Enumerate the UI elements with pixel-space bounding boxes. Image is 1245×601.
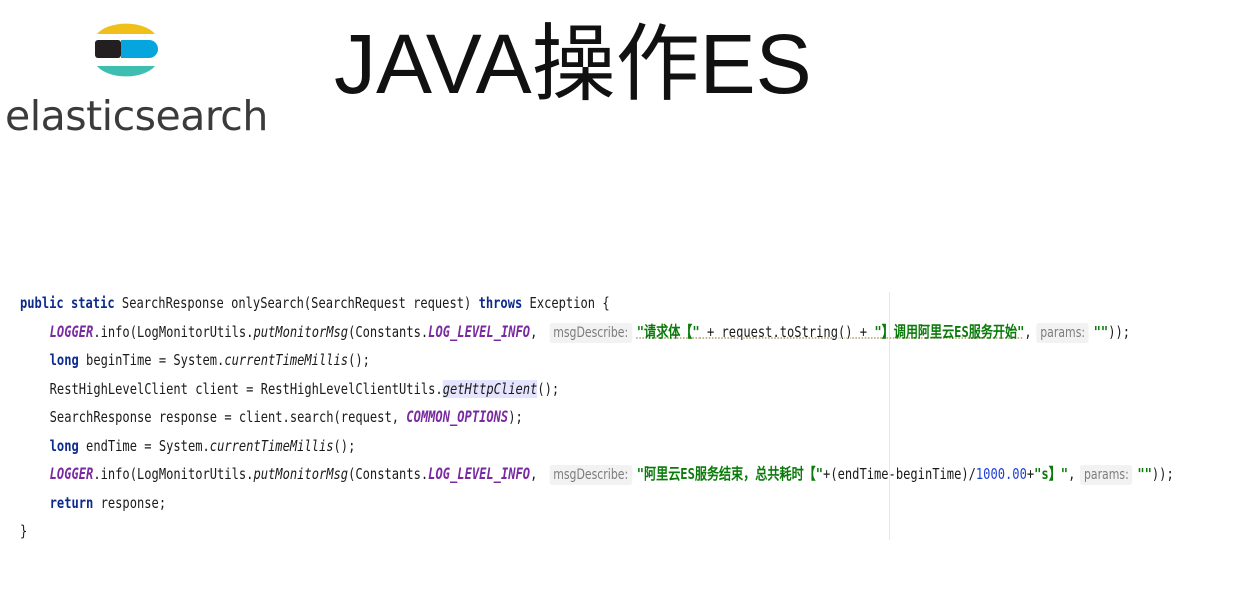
keyword: public static	[20, 294, 115, 312]
parameter-hint: params:	[1080, 465, 1133, 485]
code-line-3: long beginTime = System.currentTimeMilli…	[20, 346, 968, 375]
code-text: endTime = System.	[78, 436, 210, 455]
string-literal: "s】"	[1034, 465, 1069, 483]
code-text: (Constants.	[348, 322, 429, 341]
code-text: ,	[1068, 465, 1076, 483]
logo-top-band	[97, 23, 155, 34]
code-line-6: long endTime = System.currentTimeMillis(…	[20, 432, 968, 461]
static-method-highlighted: getHttpClient	[442, 379, 538, 398]
constant: LOGGER	[49, 322, 94, 341]
code-line-9: }	[20, 517, 968, 546]
static-method: currentTimeMillis	[224, 351, 349, 369]
keyword: return	[49, 493, 94, 512]
static-method: currentTimeMillis	[209, 436, 334, 455]
code-text: +(endTime-beginTime)/	[823, 465, 976, 483]
number-literal: 1000.00	[975, 465, 1027, 483]
elasticsearch-wordmark: elasticsearch	[5, 92, 268, 140]
code-text: .info(LogMonitorUtils.	[93, 322, 254, 341]
code-text: SearchResponse onlySearch(SearchRequest …	[114, 294, 479, 312]
keyword: throws	[478, 294, 523, 312]
page-title: JAVA操作ES	[334, 17, 812, 111]
code-text: ,	[530, 465, 545, 483]
code-line-1: public static SearchResponse onlySearch(…	[20, 289, 968, 318]
code-text: SearchResponse response = client.search(…	[49, 408, 407, 426]
string-literal: "】调用阿里云ES服务开始"	[874, 322, 1025, 341]
string-literal: ""	[1093, 322, 1109, 341]
code-text: ();	[333, 436, 356, 455]
string-literal: "请求体【"	[636, 322, 700, 341]
code-text: ,	[530, 322, 545, 341]
code-text: }	[20, 522, 28, 540]
code-text: );	[508, 408, 523, 426]
constant: LOG_LEVEL_INFO	[428, 465, 531, 483]
constant: COMMON_OPTIONS	[406, 408, 509, 426]
logo-bottom-band	[97, 66, 155, 77]
code-block: public static SearchResponse onlySearch(…	[20, 289, 1235, 546]
logo-dark-band	[95, 40, 121, 58]
code-text: Exception {	[522, 294, 610, 312]
static-method: putMonitorMsg	[253, 465, 349, 483]
code-text: ));	[1151, 465, 1174, 483]
static-method: putMonitorMsg	[253, 322, 349, 341]
code-text: RestHighLevelClient client = RestHighLev…	[49, 379, 443, 398]
code-text: ,	[1024, 322, 1032, 341]
constant: LOG_LEVEL_INFO	[428, 322, 531, 341]
code-line-4: RestHighLevelClient client = RestHighLev…	[20, 375, 968, 404]
elasticsearch-logo-mark-icon	[95, 23, 158, 77]
parameter-hint: msgDescribe:	[549, 322, 633, 343]
code-text: (Constants.	[348, 465, 429, 483]
keyword: long	[49, 436, 79, 455]
constant: LOGGER	[49, 465, 94, 483]
code-line-2: LOGGER.info(LogMonitorUtils.putMonitorMs…	[20, 318, 1130, 347]
code-text: ();	[348, 351, 370, 369]
parameter-hint: params:	[1036, 322, 1089, 343]
code-text: + request.toString() +	[699, 322, 875, 341]
code-line-8: return response;	[20, 489, 968, 518]
code-line-5: SearchResponse response = client.search(…	[20, 403, 968, 432]
code-line-7: LOGGER.info(LogMonitorUtils.putMonitorMs…	[20, 460, 1174, 489]
logo-mid-band	[121, 40, 158, 58]
string-literal: "阿里云ES服务结束，总共耗时【"	[636, 465, 824, 483]
code-text: ));	[1108, 322, 1131, 341]
parameter-hint: msgDescribe:	[549, 465, 633, 485]
elasticsearch-logo: elasticsearch	[0, 0, 270, 150]
code-text: ();	[537, 379, 560, 398]
code-text: .info(LogMonitorUtils.	[93, 465, 254, 483]
code-text: response;	[93, 493, 167, 512]
keyword: long	[49, 351, 79, 369]
code-text: beginTime = System.	[78, 351, 225, 369]
string-literal: ""	[1137, 465, 1152, 483]
